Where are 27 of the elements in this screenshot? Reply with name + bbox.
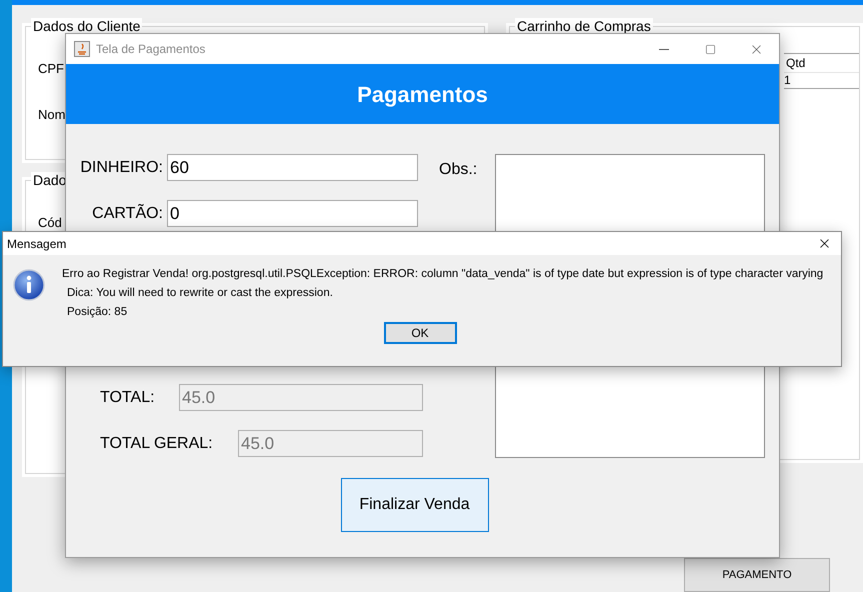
field-label: TOTAL GERAL: [100,434,214,454]
header-title: Pagamentos [357,80,488,109]
field-label: TOTAL: [100,388,156,408]
message-text: Posição: 85 [66,305,128,320]
info-icon [13,269,45,301]
field-label: Cód [38,214,62,232]
app-icon [74,41,90,57]
payment-button[interactable]: PAGAMENTO [684,558,830,592]
field-label: CPF [38,60,64,78]
field-label: Nom [38,106,66,124]
window-title: Tela de Pagamentos [96,41,206,58]
panel-title: Dados do Cliente [31,18,142,34]
message-text: Dica: You will need to rewrite or cast the expression. [66,286,334,301]
field-label: DINHEIRO: [79,158,164,178]
field-label: CARTÃO: [91,203,164,224]
amount-field[interactable]: 0 [167,200,418,227]
table-cell: 1 [784,73,791,88]
minimize-icon [659,48,669,50]
obs-label: Obs.: [439,160,478,180]
finalize-button[interactable]: Finalizar Venda [340,478,488,532]
dialog-title: Mensagem [7,236,66,252]
panel-title: Carrinho de Compras [515,18,653,34]
amount-field[interactable]: 60 [167,154,418,181]
message-text: Erro ao Registrar Venda! org.postgresql.util.PSQLException: ERROR: column "data_venda" is of type date but expression is of type character varying [62,267,824,282]
maximize-icon [704,44,716,54]
column-header: Qtd [785,55,806,72]
ok-button[interactable]: OK [384,322,456,344]
